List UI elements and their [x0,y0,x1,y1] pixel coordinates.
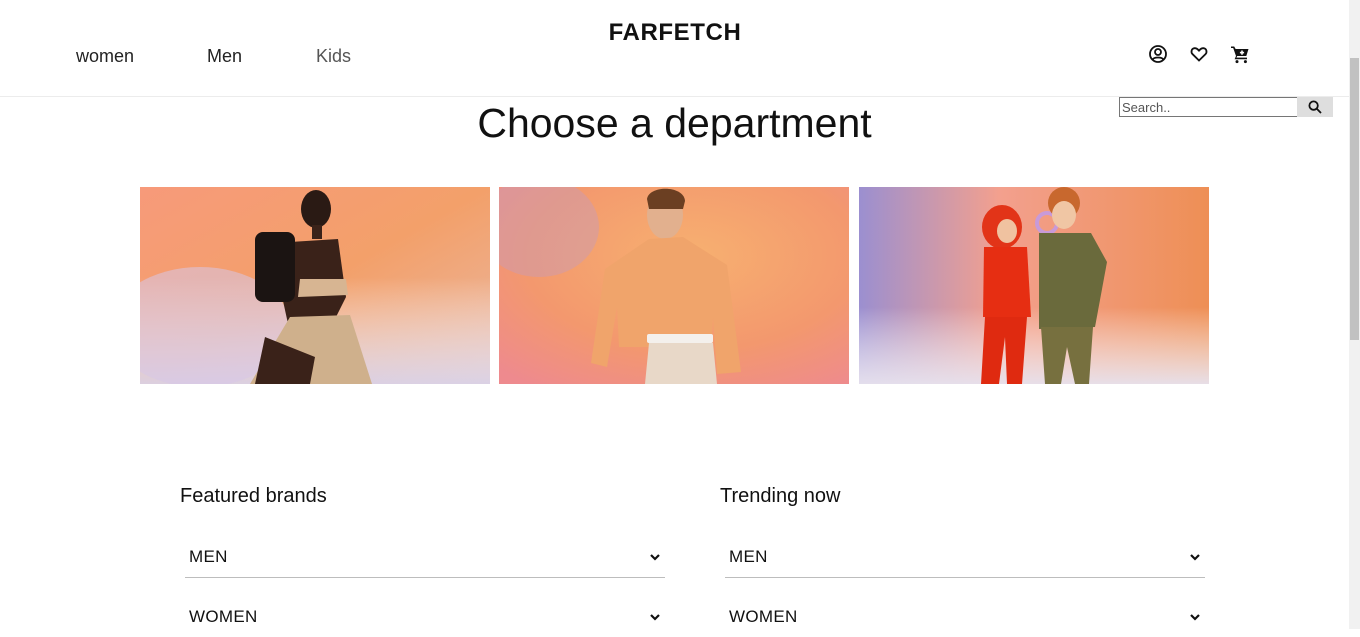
scrollbar-thumb[interactable] [1350,58,1359,340]
department-kids-image[interactable] [859,187,1209,384]
nav-kids[interactable]: Kids [316,46,351,67]
nav-men[interactable]: Men [207,46,242,67]
site-header: women Men Kids FARFETCH [0,0,1349,97]
featured-brands-women-accordion[interactable]: WOMEN [185,597,665,637]
trending-now-men-accordion[interactable]: MEN [725,537,1205,578]
account-icon[interactable] [1148,44,1168,64]
trending-now-title: Trending now [720,485,841,507]
chevron-down-icon [650,554,660,561]
featured-brands-men-accordion[interactable]: MEN [185,537,665,578]
nav-women[interactable]: women [76,46,134,67]
department-women-image[interactable] [140,187,490,384]
chevron-down-icon [1190,554,1200,561]
heart-icon[interactable] [1189,44,1209,64]
chevron-down-icon [650,614,660,621]
accordion-label: MEN [189,547,228,566]
cart-icon[interactable] [1230,44,1250,64]
accordion-label: WOMEN [729,607,798,626]
featured-brands-title: Featured brands [180,485,327,507]
trending-now-women-accordion[interactable]: WOMEN [725,597,1205,637]
farfetch-logo[interactable]: FARFETCH [575,19,775,47]
department-men-image[interactable] [499,187,849,384]
chevron-down-icon [1190,614,1200,621]
accordion-label: MEN [729,547,768,566]
page-scrollbar[interactable] [1349,0,1360,629]
page-title: Choose a department [477,100,872,146]
accordion-label: WOMEN [189,607,258,626]
